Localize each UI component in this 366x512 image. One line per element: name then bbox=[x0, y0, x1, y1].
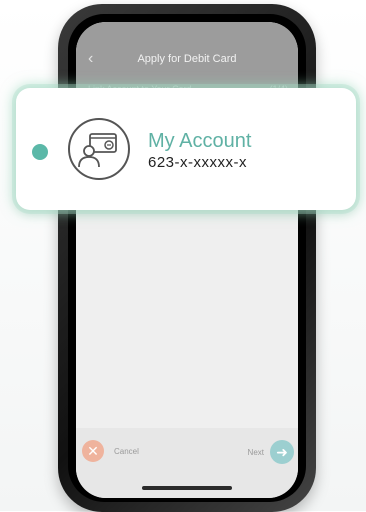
home-indicator bbox=[142, 486, 232, 490]
account-name: My Account bbox=[148, 130, 252, 152]
account-card[interactable]: My Account 623-x-xxxxx-x bbox=[16, 88, 356, 210]
bottom-action-bar: ✕ Cancel Next ➜ bbox=[76, 428, 298, 498]
next-label: Next bbox=[247, 447, 264, 457]
account-card-icon bbox=[68, 118, 130, 180]
phone-frame: ‹ Apply for Debit Card Link Account to Y… bbox=[58, 4, 316, 512]
selected-radio-indicator[interactable] bbox=[32, 144, 48, 160]
cancel-label: Cancel bbox=[114, 446, 139, 456]
close-icon: ✕ bbox=[82, 440, 104, 462]
account-number: 623-x-xxxxx-x bbox=[148, 154, 248, 171]
arrow-right-icon: ➜ bbox=[270, 440, 294, 464]
page-title: Apply for Debit Card bbox=[137, 53, 237, 65]
next-button[interactable]: Next ➜ bbox=[248, 440, 294, 464]
cancel-button[interactable]: ✕ Cancel bbox=[82, 440, 139, 462]
